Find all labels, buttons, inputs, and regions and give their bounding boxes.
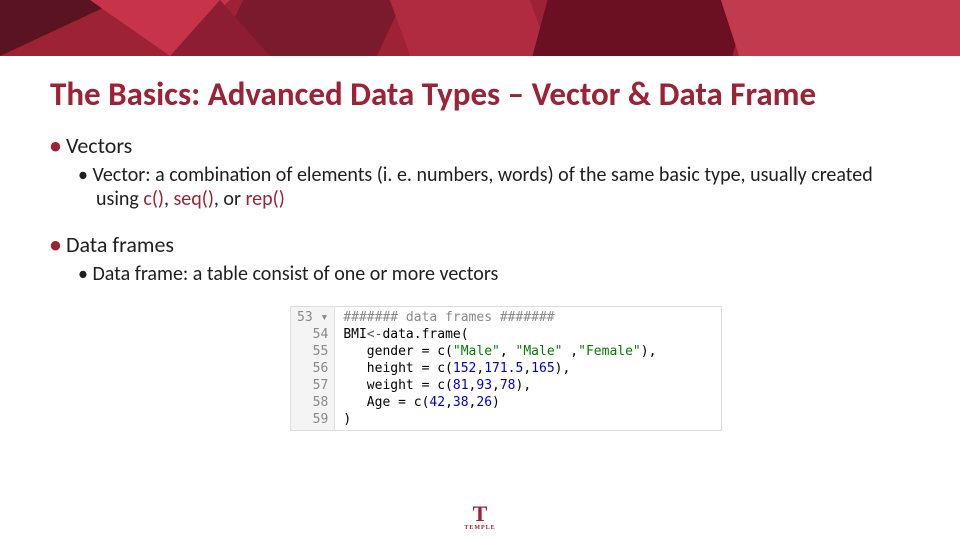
bullet-vectors-detail: Vector: a combination of elements (i. e.… [96, 163, 910, 211]
footer: T TEMPLE [0, 503, 960, 534]
fn-rep: rep() [245, 187, 284, 211]
code-gutter: 53 ▾ 54 55 56 57 58 59 [291, 307, 335, 430]
bullet-dataframes-heading: Data frames [66, 231, 174, 258]
line-number: 54 [297, 326, 328, 343]
temple-logo-icon: T TEMPLE [464, 503, 495, 531]
slide-title: The Basics: Advanced Data Types – Vector… [50, 74, 910, 114]
header-banner [0, 0, 960, 56]
line-number: 55 [297, 343, 328, 360]
banner-shape [721, 0, 960, 56]
bullet-vectors: Vectors Vector: a combination of element… [68, 132, 910, 211]
bullet-vectors-heading: Vectors [66, 132, 132, 159]
bullet-dataframes-detail: Data frame: a table consist of one or mo… [96, 262, 910, 286]
logo-subtext: TEMPLE [464, 525, 495, 531]
code-content: ####### data frames ####### BMI<-data.fr… [335, 307, 664, 430]
banner-shape [170, 0, 270, 56]
logo-t: T [473, 501, 488, 526]
banner-shape [390, 0, 550, 56]
line-number: 59 [297, 411, 328, 428]
fn-c: c() [143, 187, 164, 211]
line-number: 58 [297, 394, 328, 411]
line-number: 57 [297, 377, 328, 394]
banner-shape [532, 0, 747, 56]
code-block: 53 ▾ 54 55 56 57 58 59 ####### data fram… [290, 306, 722, 431]
line-number: 53 ▾ [297, 309, 328, 326]
bullet-dataframes: Data frames Data frame: a table consist … [68, 231, 910, 286]
fn-seq: seq() [173, 187, 213, 211]
line-number: 56 [297, 360, 328, 377]
